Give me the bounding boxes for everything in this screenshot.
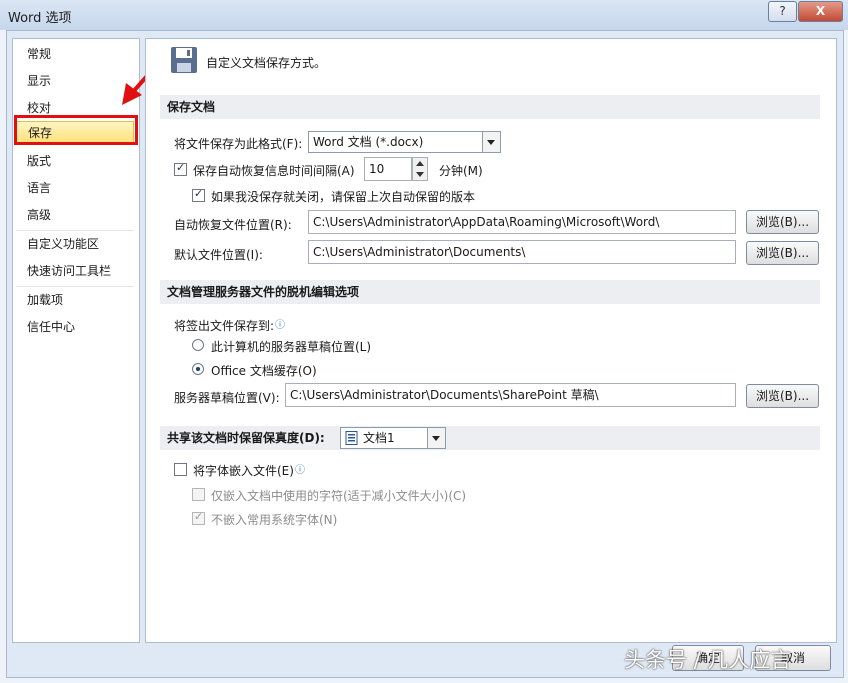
minutes-label: 分钟(M) [439, 164, 483, 178]
server-drafts-label: 此计算机的服务器草稿位置(L) [211, 340, 372, 354]
default-location-input[interactable]: C:\Users\Administrator\Documents\ [308, 240, 736, 264]
nav-divider [16, 286, 134, 287]
office-cache-radio[interactable] [192, 363, 204, 375]
browse-drafts-button[interactable]: 浏览(B)... [746, 384, 819, 408]
fidelity-document-dropdown[interactable]: 文档1 [340, 427, 446, 449]
save-format-value: Word 文档 (*.docx) [313, 135, 424, 149]
section-save-documents: 保存文档 [160, 95, 820, 119]
office-cache-label: Office 文档缓存(O) [211, 364, 317, 378]
default-location-label: 默认文件位置(I): [174, 248, 263, 262]
window-title: Word 选项 [8, 11, 72, 26]
info-icon: ⓘ [295, 465, 305, 476]
close-button[interactable]: X [798, 1, 843, 22]
embed-fonts-label: 将字体嵌入文件(E) [193, 464, 294, 478]
autorecover-checkbox[interactable] [174, 161, 187, 176]
embed-fonts-checkbox[interactable] [174, 463, 187, 476]
nav-item-customize-ribbon[interactable]: 自定义功能区 [16, 233, 134, 255]
word-document-icon [345, 431, 358, 445]
nav-item-display[interactable]: 显示 [16, 70, 134, 92]
red-highlight-box [14, 115, 138, 145]
server-drafts-radio[interactable] [192, 339, 204, 351]
nav-item-language[interactable]: 语言 [16, 177, 134, 199]
chevron-down-icon[interactable] [482, 132, 500, 152]
no-common-fonts-label: 不嵌入常用系统字体(N) [211, 513, 338, 527]
nav-item-layout[interactable]: 版式 [16, 150, 134, 172]
embed-used-chars-checkbox[interactable] [192, 488, 205, 501]
page-description: 自定义文档保存方式。 [206, 56, 327, 70]
drafts-location-input[interactable]: C:\Users\Administrator\Documents\SharePo… [285, 383, 736, 407]
checkout-label: 将签出文件保存到: [174, 319, 275, 333]
fidelity-document-value: 文档1 [363, 431, 395, 445]
save-format-dropdown[interactable]: Word 文档 (*.docx) [308, 131, 501, 153]
minutes-spinner[interactable] [412, 157, 428, 181]
keep-last-version-checkbox[interactable] [192, 187, 205, 202]
nav-item-general[interactable]: 常规 [16, 43, 134, 65]
section-fidelity: 共享该文档时保留保真度(D): [160, 426, 820, 450]
browse-autorecover-button[interactable]: 浏览(B)... [746, 210, 819, 234]
drafts-location-label: 服务器草稿位置(V): [174, 391, 280, 405]
keep-last-version-label: 如果我没保存就关闭，请保留上次自动保留的版本 [211, 190, 476, 204]
no-common-fonts-checkbox[interactable] [192, 510, 205, 525]
autorecover-location-input[interactable]: C:\Users\Administrator\AppData\Roaming\M… [308, 210, 736, 234]
chevron-down-icon[interactable] [427, 428, 445, 448]
nav-item-trust-center[interactable]: 信任中心 [16, 316, 134, 338]
autorecover-location-label: 自动恢复文件位置(R): [174, 218, 292, 232]
nav-item-quick-access-toolbar[interactable]: 快速访问工具栏 [16, 260, 134, 282]
browse-default-button[interactable]: 浏览(B)... [746, 241, 819, 265]
autorecover-label: 保存自动恢复信息时间间隔(A) [193, 164, 355, 178]
format-label: 将文件保存为此格式(F): [174, 137, 303, 151]
embed-used-chars-label: 仅嵌入文档中使用的字符(适于减小文件大小)(C) [211, 489, 467, 503]
autorecover-minutes-input[interactable]: 10 [364, 157, 412, 181]
info-icon: ⓘ [275, 320, 285, 331]
nav-item-advanced[interactable]: 高级 [16, 204, 134, 226]
section-offline-editing: 文档管理服务器文件的脱机编辑选项 [160, 280, 820, 304]
nav-item-addins[interactable]: 加载项 [16, 289, 134, 311]
title-bar: Word 选项 ? X [0, 0, 848, 30]
help-button[interactable]: ? [768, 1, 797, 22]
floppy-disk-icon [171, 47, 197, 73]
nav-divider [16, 230, 134, 231]
watermark: 头条号 / 几人应言 [624, 648, 792, 672]
